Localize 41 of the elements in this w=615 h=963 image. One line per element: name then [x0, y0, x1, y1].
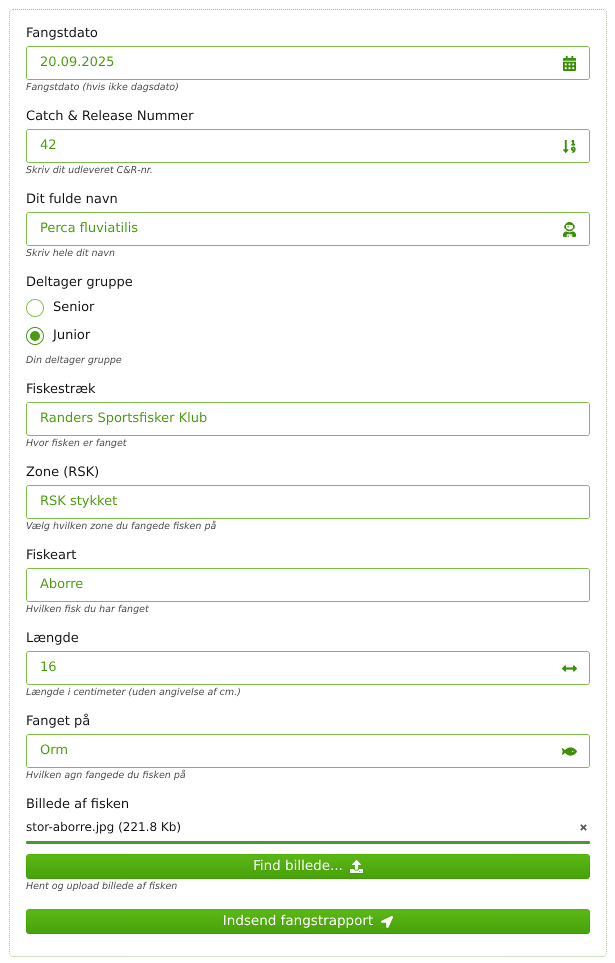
field-label: Zone (RSK) — [26, 465, 100, 481]
radio-label: Senior — [53, 299, 94, 318]
sort-numeric-icon — [562, 138, 577, 154]
send-arrow-icon — [381, 916, 394, 928]
input-field[interactable]: Aborre — [26, 568, 590, 602]
radio-button[interactable] — [26, 327, 44, 345]
field-label: Fanget på — [26, 714, 90, 730]
radio-label: Junior — [53, 327, 90, 346]
submit-button[interactable]: Indsend fangstrapport — [26, 909, 590, 934]
input-field[interactable]: Randers Sportsfisker Klub — [26, 402, 590, 436]
radio-button[interactable] — [26, 299, 44, 317]
upload-icon — [350, 860, 363, 873]
input-field[interactable]: 16 — [26, 651, 590, 685]
help-text: Hvilken agn fangede du fisken på — [26, 769, 186, 783]
help-text: Skriv dit udleveret C&R-nr. — [26, 164, 153, 178]
field-label: Deltager gruppe — [26, 275, 133, 291]
close-icon[interactable] — [579, 822, 588, 832]
help-text: Skriv hele dit navn — [26, 247, 115, 261]
help-text: Hent og upload billede af fisken — [26, 880, 178, 894]
field-label: Billede af fisken — [26, 797, 130, 813]
input-field[interactable]: 42 — [26, 129, 590, 163]
field-label: Dit fulde navn — [26, 192, 118, 208]
help-text: Din deltager gruppe — [26, 354, 122, 368]
help-text: Hvor fisken er fanget — [26, 437, 127, 451]
help-text: Fangstdato (hvis ikke dagsdato) — [26, 81, 179, 95]
person-icon — [562, 222, 577, 236]
help-text: Vælg hvilken zone du fangede fisken på — [26, 520, 216, 534]
field-label: Fiskestræk — [26, 382, 96, 398]
input-field[interactable]: 20.09.2025 — [26, 46, 590, 80]
field-label: Fangstdato — [26, 26, 98, 42]
input-field[interactable]: Perca fluviatilis — [26, 212, 590, 246]
file-name: stor-aborre.jpg (221.8 Kb) — [26, 819, 182, 836]
help-text: Længde i centimeter (uden angivelse af cm.) — [26, 686, 241, 700]
field-label: Længde — [26, 631, 79, 647]
help-text: Hvilken fisk du har fanget — [26, 603, 149, 617]
field-label: Catch & Release Nummer — [26, 109, 194, 125]
input-field[interactable]: Orm — [26, 734, 590, 768]
input-field[interactable]: RSK stykket — [26, 485, 590, 519]
find-image-button[interactable]: Find billede... — [26, 854, 590, 879]
calendar-icon — [562, 56, 577, 70]
field-label: Fiskeart — [26, 548, 76, 564]
